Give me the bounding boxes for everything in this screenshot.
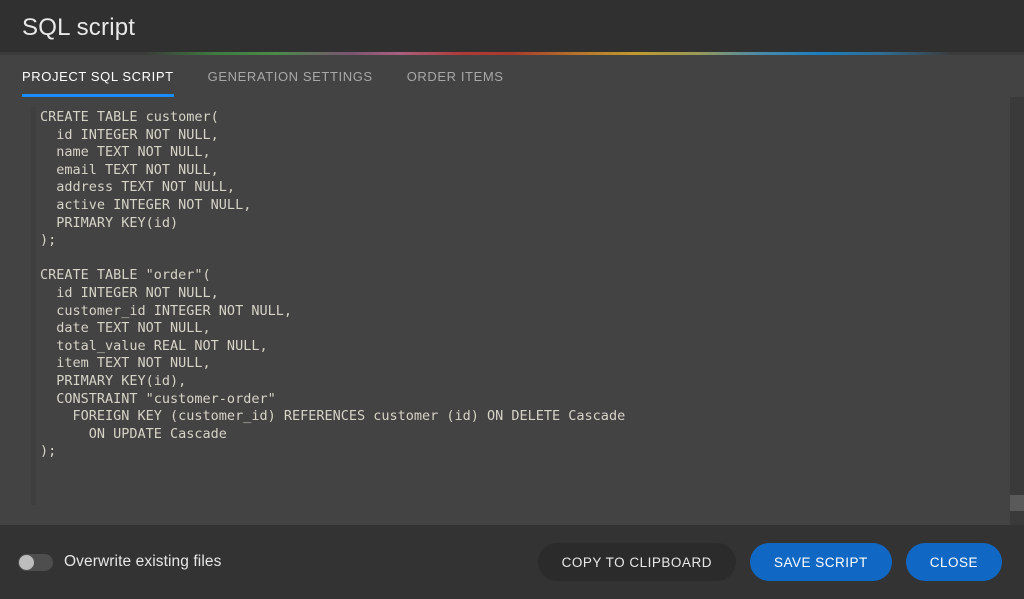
toggle-switch-track[interactable] [18, 553, 53, 571]
overwrite-existing-files-toggle[interactable]: Overwrite existing files [18, 553, 221, 571]
sql-script-dialog: SQL script PROJECT SQL SCRIPT GENERATION… [0, 0, 1024, 599]
vertical-scrollbar[interactable] [1010, 97, 1024, 525]
dialog-footer: Overwrite existing files COPY TO CLIPBOA… [0, 525, 1024, 599]
tab-generation-settings[interactable]: GENERATION SETTINGS [208, 55, 389, 97]
scrollbar-thumb[interactable] [1010, 495, 1024, 511]
sql-code-text[interactable]: CREATE TABLE customer( id INTEGER NOT NU… [0, 109, 1024, 461]
save-script-button[interactable]: SAVE SCRIPT [749, 543, 892, 581]
dialog-header: SQL script [0, 0, 1024, 55]
tab-bar: PROJECT SQL SCRIPT GENERATION SETTINGS O… [0, 55, 1024, 97]
toggle-label: Overwrite existing files [64, 553, 222, 570]
tab-label: PROJECT SQL SCRIPT [22, 68, 174, 84]
copy-to-clipboard-button[interactable]: COPY TO CLIPBOARD [537, 543, 736, 581]
page-title: SQL script [22, 13, 136, 41]
toggle-switch-knob [19, 554, 34, 570]
tab-label: GENERATION SETTINGS [207, 68, 373, 84]
tab-label: ORDER ITEMS [406, 68, 504, 84]
footer-button-group: COPY TO CLIPBOARD SAVE SCRIPT CLOSE [537, 543, 1002, 581]
tab-project-sql-script[interactable]: PROJECT SQL SCRIPT [22, 55, 174, 97]
tab-order-items[interactable]: ORDER ITEMS [407, 55, 520, 97]
close-button[interactable]: CLOSE [905, 543, 1002, 581]
sql-editor-panel[interactable]: CREATE TABLE customer( id INTEGER NOT NU… [0, 97, 1024, 525]
